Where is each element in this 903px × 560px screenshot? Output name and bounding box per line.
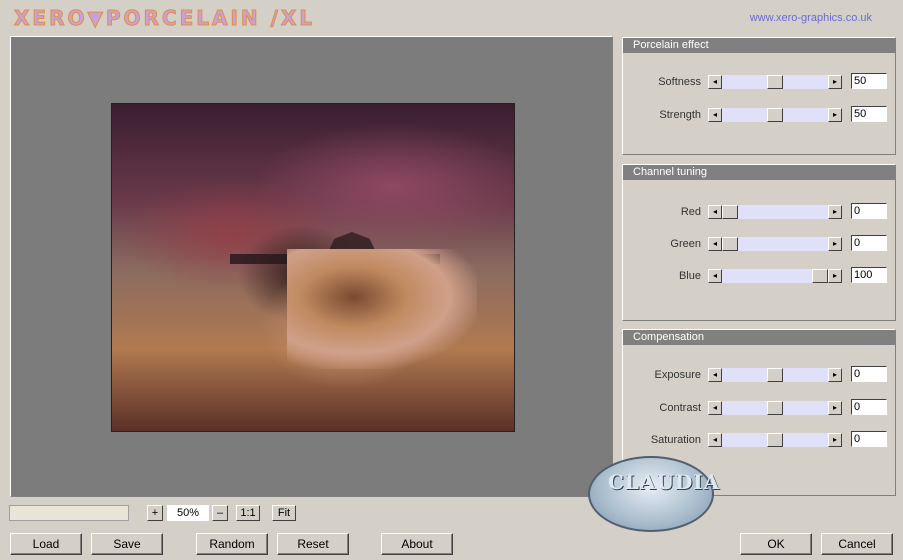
slider-thumb[interactable] bbox=[722, 237, 738, 251]
save-button[interactable]: Save bbox=[91, 533, 163, 555]
contrast-slider[interactable]: ◂ ▸ bbox=[708, 401, 842, 415]
strength-value-input[interactable]: 50 bbox=[851, 106, 887, 122]
slider-thumb[interactable] bbox=[767, 433, 783, 447]
param-label: Blue bbox=[678, 270, 701, 282]
slider-track[interactable] bbox=[722, 108, 828, 122]
param-row-softness: Softness ◂ ▸ 50 bbox=[623, 73, 895, 91]
red-slider[interactable]: ◂ ▸ bbox=[708, 205, 842, 219]
slider-right-arrow-icon[interactable]: ▸ bbox=[828, 433, 842, 447]
softness-slider[interactable]: ◂ ▸ bbox=[708, 75, 842, 89]
group-title: Channel tuning bbox=[623, 165, 895, 180]
slider-left-arrow-icon[interactable]: ◂ bbox=[708, 269, 722, 283]
exposure-slider[interactable]: ◂ ▸ bbox=[708, 368, 842, 382]
param-row-green: Green ◂ ▸ 0 bbox=[623, 235, 895, 253]
slider-thumb[interactable] bbox=[812, 269, 828, 283]
softness-value-input[interactable]: 50 bbox=[851, 73, 887, 89]
zoom-in-button[interactable]: + bbox=[147, 505, 163, 521]
slider-thumb[interactable] bbox=[767, 108, 783, 122]
slider-thumb[interactable] bbox=[722, 205, 738, 219]
exposure-value-input[interactable]: 0 bbox=[851, 366, 887, 382]
param-row-blue: Blue ◂ ▸ 100 bbox=[623, 267, 895, 285]
about-button[interactable]: About bbox=[381, 533, 453, 555]
group-title: Compensation bbox=[623, 330, 895, 345]
param-label: Contrast bbox=[659, 402, 701, 414]
slider-left-arrow-icon[interactable]: ◂ bbox=[708, 108, 722, 122]
zoom-out-button[interactable]: – bbox=[212, 505, 228, 521]
slider-right-arrow-icon[interactable]: ▸ bbox=[828, 401, 842, 415]
slider-track[interactable] bbox=[722, 205, 828, 219]
saturation-value-input[interactable]: 0 bbox=[851, 431, 887, 447]
param-row-red: Red ◂ ▸ 0 bbox=[623, 203, 895, 221]
param-row-strength: Strength ◂ ▸ 50 bbox=[623, 106, 895, 124]
zoom-fit-button[interactable]: Fit bbox=[272, 505, 296, 521]
red-value-input[interactable]: 0 bbox=[851, 203, 887, 219]
cancel-button[interactable]: Cancel bbox=[821, 533, 893, 555]
green-value-input[interactable]: 0 bbox=[851, 235, 887, 251]
blue-value-input[interactable]: 100 bbox=[851, 267, 887, 283]
param-label: Saturation bbox=[650, 434, 701, 446]
blue-slider[interactable]: ◂ ▸ bbox=[708, 269, 842, 283]
slider-left-arrow-icon[interactable]: ◂ bbox=[708, 401, 722, 415]
app-logo: XERO▼PORCELAIN /XL bbox=[13, 6, 316, 31]
param-label: Green bbox=[670, 238, 701, 250]
ok-button[interactable]: OK bbox=[740, 533, 812, 555]
param-label: Strength bbox=[659, 109, 701, 121]
group-title: Porcelain effect bbox=[623, 38, 895, 53]
slider-left-arrow-icon[interactable]: ◂ bbox=[708, 205, 722, 219]
param-row-exposure: Exposure ◂ ▸ 0 bbox=[623, 366, 895, 384]
param-label: Exposure bbox=[654, 369, 701, 381]
slider-thumb[interactable] bbox=[767, 401, 783, 415]
param-row-contrast: Contrast ◂ ▸ 0 bbox=[623, 399, 895, 417]
param-row-saturation: Saturation ◂ ▸ 0 bbox=[623, 431, 895, 449]
group-porcelain-effect: Porcelain effect Softness ◂ ▸ 50 Strengt… bbox=[622, 37, 896, 155]
watermark-text: CLAUDIA bbox=[608, 470, 721, 494]
slider-track[interactable] bbox=[722, 237, 828, 251]
random-button[interactable]: Random bbox=[196, 533, 268, 555]
slider-right-arrow-icon[interactable]: ▸ bbox=[828, 75, 842, 89]
watermark-badge: CLAUDIA bbox=[588, 456, 719, 532]
slider-thumb[interactable] bbox=[767, 368, 783, 382]
slider-left-arrow-icon[interactable]: ◂ bbox=[708, 75, 722, 89]
slider-thumb[interactable] bbox=[767, 75, 783, 89]
slider-track[interactable] bbox=[722, 368, 828, 382]
saturation-slider[interactable]: ◂ ▸ bbox=[708, 433, 842, 447]
preview-image[interactable] bbox=[111, 103, 515, 432]
preview-panel[interactable] bbox=[10, 36, 613, 497]
slider-right-arrow-icon[interactable]: ▸ bbox=[828, 108, 842, 122]
load-button[interactable]: Load bbox=[10, 533, 82, 555]
slider-left-arrow-icon[interactable]: ◂ bbox=[708, 368, 722, 382]
slider-left-arrow-icon[interactable]: ◂ bbox=[708, 237, 722, 251]
slider-right-arrow-icon[interactable]: ▸ bbox=[828, 368, 842, 382]
logo-text: XERO▼PORCELAIN /XL bbox=[13, 6, 316, 31]
figure-shape bbox=[287, 249, 477, 369]
param-label: Softness bbox=[658, 76, 701, 88]
slider-left-arrow-icon[interactable]: ◂ bbox=[708, 433, 722, 447]
zoom-value: 50% bbox=[167, 505, 209, 521]
website-link[interactable]: www.xero-graphics.co.uk bbox=[750, 12, 872, 24]
param-label: Red bbox=[680, 206, 701, 218]
strength-slider[interactable]: ◂ ▸ bbox=[708, 108, 842, 122]
slider-track[interactable] bbox=[722, 401, 828, 415]
slider-track[interactable] bbox=[722, 75, 828, 89]
slider-track[interactable] bbox=[722, 433, 828, 447]
green-slider[interactable]: ◂ ▸ bbox=[708, 237, 842, 251]
zoom-1to1-button[interactable]: 1:1 bbox=[236, 505, 260, 521]
reset-button[interactable]: Reset bbox=[277, 533, 349, 555]
slider-right-arrow-icon[interactable]: ▸ bbox=[828, 205, 842, 219]
slider-right-arrow-icon[interactable]: ▸ bbox=[828, 269, 842, 283]
slider-right-arrow-icon[interactable]: ▸ bbox=[828, 237, 842, 251]
slider-track[interactable] bbox=[722, 269, 828, 283]
contrast-value-input[interactable]: 0 bbox=[851, 399, 887, 415]
status-bar bbox=[9, 505, 129, 521]
group-channel-tuning: Channel tuning Red ◂ ▸ 0 Green ◂ ▸ 0 Blu… bbox=[622, 164, 896, 321]
